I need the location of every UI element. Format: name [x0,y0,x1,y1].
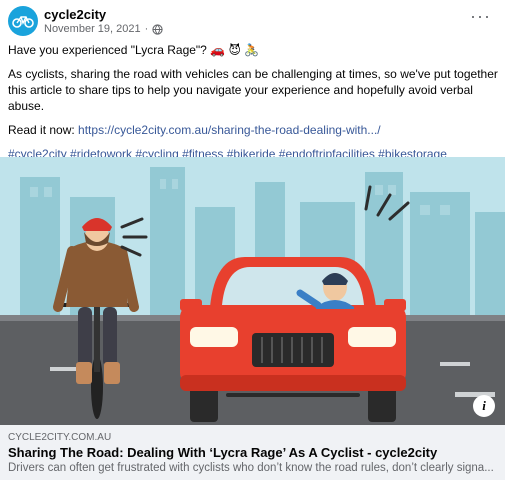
post-question: Have you experienced "Lycra Rage"? 🚗 😈 🚴 [8,43,260,57]
card-domain: CYCLE2CITY.COM.AU [8,432,112,443]
post-paragraph: As cyclists, sharing the road with vehic… [8,67,498,113]
post-header: cycle2city November 19, 2021 · ··· [0,0,505,38]
globe-icon [152,23,163,35]
illustration [0,157,505,425]
post-date[interactable]: November 19, 2021 [44,23,141,35]
read-label: Read it now: [8,123,79,137]
link-preview-card[interactable]: CYCLE2CITY.COM.AU Sharing The Road: Deal… [0,425,505,480]
more-options-icon[interactable]: ··· [470,7,491,25]
meta-separator: · [144,23,149,35]
info-icon[interactable]: i [473,395,495,417]
facebook-post: cycle2city November 19, 2021 · ··· Have … [0,0,505,480]
card-description: Drivers can often get frustrated with cy… [8,462,493,474]
post-image[interactable]: i [0,157,505,425]
card-title[interactable]: Sharing The Road: Dealing With ‘Lycra Ra… [8,445,437,460]
cycle2city-logo-icon [12,16,34,28]
post-meta: November 19, 2021 · [44,23,163,35]
article-link[interactable]: https://cycle2city.com.au/sharing-the-ro… [78,123,381,137]
read-line: Read it now: https://cycle2city.com.au/s… [8,122,498,138]
page-name-link[interactable]: cycle2city [44,7,106,22]
page-avatar[interactable] [8,6,38,36]
